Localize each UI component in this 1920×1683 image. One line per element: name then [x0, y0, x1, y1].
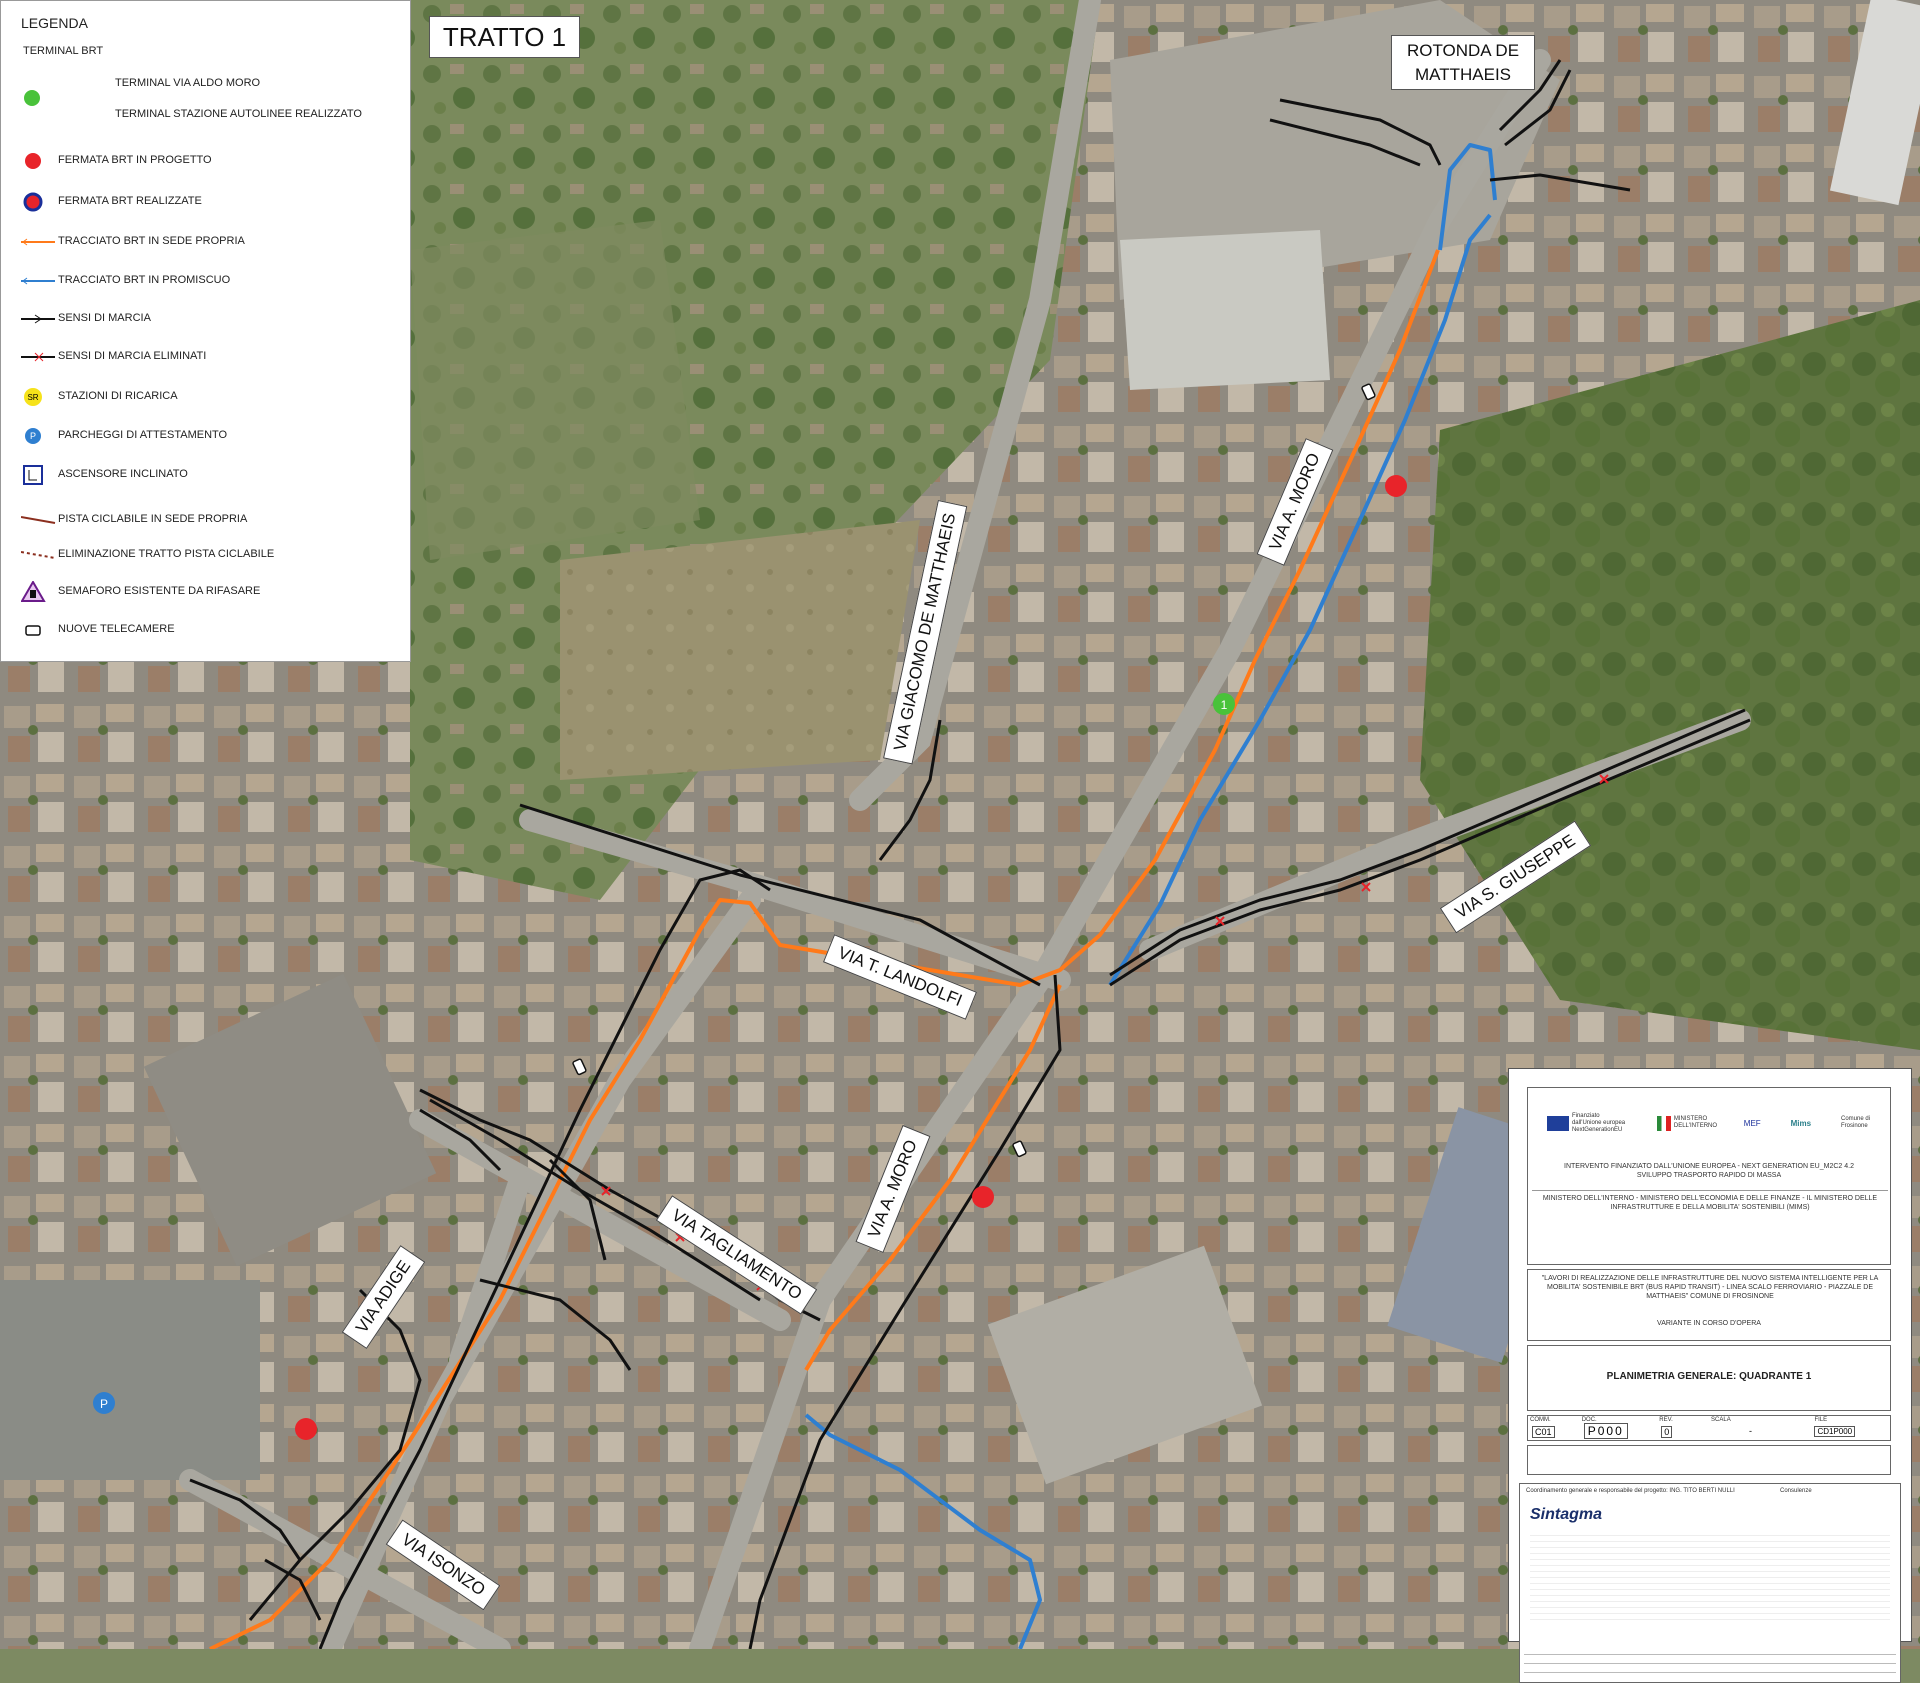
logos-row: Finanziato dall'Unione europea NextGener…	[1528, 1088, 1890, 1158]
parking-marker[interactable]: P	[93, 1392, 115, 1414]
legend-item: FERMATA BRT IN PROGETTO	[21, 150, 401, 172]
legend-label: PISTA CICLABILE IN SEDE PROPRIA	[58, 513, 248, 525]
legend-item: SENSI DI MARCIA	[21, 308, 401, 330]
legend-panel: LEGENDA TERMINAL BRT TERMINAL VIA ALDO M…	[0, 0, 411, 662]
eu-logo-text: Finanziato dall'Unione europea NextGener…	[1571, 1112, 1626, 1133]
sheet-title: PLANIMETRIA GENERALE: QUADRANTE 1	[1606, 1371, 1812, 1382]
consultants-text: Consulenze	[1780, 1488, 1812, 1494]
interno-logo-text: MINISTERO DELL'INTERNO	[1673, 1116, 1718, 1129]
project-box: "LAVORI DI REALIZZAZIONE DELLE INFRASTRU…	[1527, 1269, 1891, 1341]
legend-item: SR STAZIONI DI RICARICA	[21, 386, 401, 408]
code-label: SCALA	[1711, 1417, 1731, 1423]
coordinator-text: Coordinamento generale e responsabile de…	[1526, 1488, 1735, 1494]
legend-item: ELIMINAZIONE TRATTO PISTA CICLABILE	[21, 544, 401, 566]
parking-letter: P	[100, 1397, 108, 1411]
code-cell: FILE CD1P000	[1812, 1416, 1890, 1440]
legend-label: SEMAFORO ESISTENTE DA RIFASARE	[58, 585, 261, 597]
legend-label: STAZIONI DI RICARICA	[58, 390, 178, 402]
legend-label: TRACCIATO BRT IN PROMISCUO	[58, 274, 231, 286]
code-value: 0	[1661, 1426, 1673, 1438]
code-value: -	[1749, 1426, 1753, 1436]
legend-item: P PARCHEGGI DI ATTESTAMENTO	[21, 425, 401, 447]
code-cell: DOC. P000	[1580, 1416, 1658, 1440]
legend-item: FERMATA BRT REALIZZATE	[21, 191, 401, 213]
legend-item: PISTA CICLABILE IN SEDE PROPRIA	[21, 509, 401, 531]
legend-label: PARCHEGGI DI ATTESTAMENTO	[58, 429, 228, 441]
interno-logo: MINISTERO DELL'INTERNO	[1656, 1115, 1718, 1131]
fermata-brt-progetto-3[interactable]	[295, 1418, 317, 1440]
legend-label: TRACCIATO BRT IN SEDE PROPRIA	[58, 235, 245, 247]
legend-item: SENSI DI MARCIA ELIMINATI	[21, 346, 401, 368]
rotonda-label: ROTONDA DE MATTHAEIS	[1391, 35, 1535, 90]
ministries-text: MINISTERO DELL'INTERNO - MINISTERO DELL'…	[1542, 1195, 1878, 1211]
code-label: FILE	[1814, 1417, 1828, 1423]
legend-label: SENSI DI MARCIA	[58, 312, 151, 324]
tratto-label: TRATTO 1	[429, 16, 580, 58]
legend-item: NUOVE TELECAMERE	[21, 619, 401, 641]
legend-label: FERMATA BRT REALIZZATE	[58, 195, 202, 207]
funding-box: Finanziato dall'Unione europea NextGener…	[1527, 1087, 1891, 1265]
terminal-pair-icon	[24, 90, 40, 106]
fermata-brt-progetto-2[interactable]	[972, 1186, 994, 1208]
staff-list-lines	[1530, 1530, 1890, 1622]
legend-subtitle: TERMINAL BRT	[23, 45, 104, 57]
code-value: CD1P000	[1814, 1426, 1856, 1437]
code-cell: COMM. C01	[1528, 1416, 1580, 1440]
legend-item: SEMAFORO ESISTENTE DA RIFASARE	[21, 581, 401, 603]
blank-box	[1527, 1445, 1891, 1475]
variant-text: VARIANTE IN CORSO D'OPERA	[1657, 1320, 1761, 1327]
legend-label: ASCENSORE INCLINATO	[58, 468, 188, 480]
funding-text: INTERVENTO FINANZIATO DALL'UNIONE EUROPE…	[1528, 1162, 1890, 1180]
legend-label: ELIMINAZIONE TRATTO PISTA CICLABILE	[58, 548, 275, 560]
funding-line1: INTERVENTO FINANZIATO DALL'UNIONE EUROPE…	[1564, 1163, 1854, 1170]
legend-label: SENSI DI MARCIA ELIMINATI	[58, 350, 207, 362]
sintagma-logo: Sintagma	[1530, 1506, 1603, 1523]
terminal-aldo-moro-marker[interactable]: 1	[1213, 693, 1235, 715]
project-text: "LAVORI DI REALIZZAZIONE DELLE INFRASTRU…	[1541, 1275, 1879, 1300]
eu-flag-icon	[1546, 1115, 1569, 1131]
code-label: COMM.	[1530, 1417, 1551, 1423]
sr-icon-text: SR	[27, 393, 38, 402]
sheet-title-box: PLANIMETRIA GENERALE: QUADRANTE 1	[1527, 1345, 1891, 1411]
code-value: P000	[1583, 1423, 1628, 1439]
mims-logo: Mims	[1790, 1118, 1812, 1128]
legend-item: ASCENSORE INCLINATO	[21, 464, 401, 486]
legend-item: TRACCIATO BRT IN SEDE PROPRIA	[21, 231, 401, 253]
company-box: Coordinamento generale e responsabile de…	[1519, 1483, 1901, 1683]
comune-logo: Comune di Frosinone	[1840, 1116, 1870, 1129]
italy-flag-icon	[1656, 1115, 1671, 1131]
legend-label: TERMINAL VIA ALDO MORO	[115, 77, 261, 89]
mef-logo: MEF	[1743, 1118, 1761, 1128]
code-label: REV.	[1659, 1417, 1673, 1423]
legend-label: TERMINAL STAZIONE AUTOLINEE REALIZZATO	[115, 108, 362, 120]
eu-logo: Finanziato dall'Unione europea NextGener…	[1546, 1112, 1627, 1134]
title-block: Finanziato dall'Unione europea NextGener…	[1508, 1068, 1912, 1683]
legend-label: NUOVE TELECAMERE	[58, 623, 175, 635]
terminal-number: 1	[1221, 698, 1228, 712]
legend-title: LEGENDA	[21, 15, 88, 31]
legend-item-terminal: TERMINAL VIA ALDO MORO TERMINAL STAZIONE…	[21, 73, 401, 120]
fermata-brt-progetto-1[interactable]	[1385, 475, 1407, 497]
code-cell: SCALA -	[1709, 1416, 1812, 1440]
code-cell: REV. 0	[1657, 1416, 1709, 1440]
code-value: C01	[1532, 1426, 1555, 1438]
funding-line2: SVILUPPO TRASPORTO RAPIDO DI MASSA	[1636, 1172, 1782, 1179]
parking-icon-text: P	[30, 431, 36, 441]
legend-item: TRACCIATO BRT IN PROMISCUO	[21, 270, 401, 292]
code-row: COMM. C01 DOC. P000 REV. 0 SCALA - FILE CD1P0…	[1527, 1415, 1891, 1441]
legend-label: FERMATA BRT IN PROGETTO	[58, 154, 212, 166]
revision-table	[1524, 1646, 1896, 1680]
